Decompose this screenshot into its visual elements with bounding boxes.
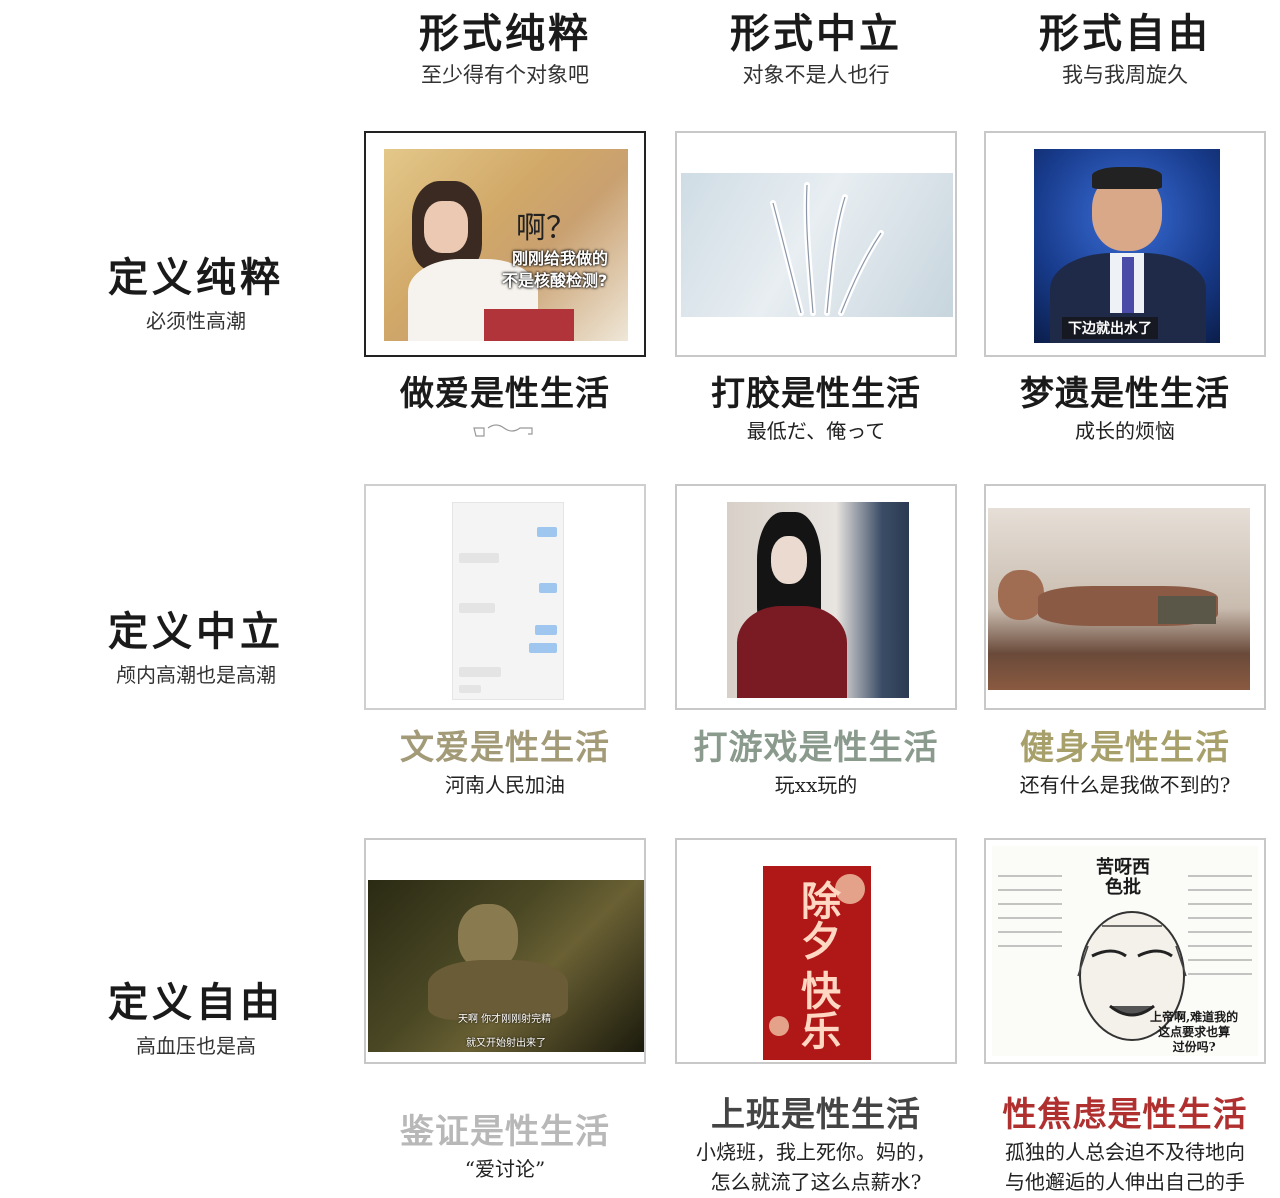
row-header-2: 定义中立 颅内高潮也是高潮 <box>60 606 332 690</box>
cell-title: 梦遗是性生活 <box>1020 374 1230 414</box>
row-subtitle: 颅内高潮也是高潮 <box>116 663 276 687</box>
cell-caption-6: 健身是性生活 还有什么是我做不到的? <box>975 726 1275 800</box>
cell-subtitle: 河南人民加油 <box>445 773 565 797</box>
manga-header-text: 苦呀西 色批 <box>1096 857 1150 898</box>
subtitle-line-1: 天啊 你才刚刚射完精 <box>458 1014 552 1025</box>
movie-still <box>368 880 644 1052</box>
row-title: 定义中立 <box>108 608 284 655</box>
image-frame-1: 啊？ 刚刚给我做的 不是核酸检测? <box>364 131 646 357</box>
column-title: 形式中立 <box>730 10 902 57</box>
cell-caption-1: 做爱是性生活 <box>355 372 655 440</box>
row-header-1: 定义纯粹 必须性高潮 <box>60 252 332 336</box>
subtitle-line-2: 就又开始射出来了 <box>466 1038 546 1049</box>
cell-caption-7: 鉴证是性生活 “爱讨论” <box>355 1110 655 1184</box>
image-frame-7: 天啊 你才刚刚射完精 就又开始射出来了 <box>364 838 646 1064</box>
cell-subtitle: 还有什么是我做不到的? <box>1019 773 1231 797</box>
row-subtitle: 必须性高潮 <box>146 309 246 333</box>
new-year-text-2: 快乐 <box>794 970 841 1050</box>
image-caption: 下边就出水了 <box>1062 317 1158 339</box>
hand-doodle <box>355 418 655 440</box>
fitness-photo <box>988 508 1250 690</box>
cell-title: 打胶是性生活 <box>711 374 921 414</box>
image-text-huh: 啊？ <box>516 211 576 246</box>
cell-subtitle: “爱讨论” <box>464 1157 546 1181</box>
row-title: 定义纯粹 <box>108 254 284 301</box>
cell-subtitle: 小烧班，我上死你。妈的， 怎么就流了这么点薪水? <box>696 1140 936 1194</box>
anime-hand-image <box>681 173 953 317</box>
cell-title: 上班是性生活 <box>711 1095 921 1135</box>
cell-caption-8: 上班是性生活 小烧班，我上死你。妈的， 怎么就流了这么点薪水? <box>666 1093 966 1197</box>
image-frame-2 <box>675 131 957 357</box>
cell-title: 做爱是性生活 <box>400 374 610 414</box>
column-header-3: 形式自由 我与我周旋久 <box>975 8 1275 90</box>
image-frame-6 <box>984 484 1266 710</box>
image-frame-4 <box>364 484 646 710</box>
cell-subtitle: 玩xx玩的 <box>774 773 858 797</box>
cell-caption-2: 打胶是性生活 最低だ、俺って <box>666 372 966 446</box>
image-text-line2: 刚刚给我做的 <box>512 249 609 268</box>
column-subtitle: 我与我周旋久 <box>1062 63 1188 87</box>
column-subtitle: 至少得有个对象吧 <box>421 63 589 87</box>
column-title: 形式自由 <box>1039 10 1211 57</box>
new-year-text-1: 除夕 <box>794 880 841 960</box>
row-header-3: 定义自由 高血压也是高 <box>60 977 332 1061</box>
cell-caption-9: 性焦虑是性生活 孤独的人总会迫不及待地向 与他邂逅的人伸出自己的手 <box>975 1093 1275 1197</box>
chat-screenshot <box>452 502 564 700</box>
image-text-line3: 不是核酸检测? <box>502 271 608 290</box>
game-photo-woman <box>727 502 909 698</box>
cell-subtitle: 孤独的人总会迫不及待地向 与他邂逅的人伸出自己的手 <box>1005 1140 1245 1194</box>
image-frame-3: 下边就出水了 <box>984 131 1266 357</box>
cell-caption-3: 梦遗是性生活 成长的烦恼 <box>975 372 1275 446</box>
tv-photo-man <box>1034 149 1220 343</box>
cell-title: 性焦虑是性生活 <box>1002 1095 1248 1135</box>
hand-sketch <box>770 182 884 316</box>
image-frame-5 <box>675 484 957 710</box>
row-title: 定义自由 <box>108 979 284 1026</box>
image-frame-9: 苦呀西 色批 上帝啊,难道我的 这点要求也算 过份吗? <box>984 838 1266 1064</box>
column-header-1: 形式纯粹 至少得有个对象吧 <box>355 8 655 90</box>
cell-title: 打游戏是性生活 <box>693 728 939 768</box>
column-title: 形式纯粹 <box>419 10 591 57</box>
cell-title: 健身是性生活 <box>1020 728 1230 768</box>
cell-caption-4: 文爱是性生活 河南人民加油 <box>355 726 655 800</box>
column-subtitle: 对象不是人也行 <box>742 63 890 87</box>
cell-subtitle: 成长的烦恼 <box>1075 419 1175 443</box>
manga-bottom-text: 上帝啊,难道我的 这点要求也算 过份吗? <box>1150 1010 1239 1054</box>
cell-caption-5: 打游戏是性生活 玩xx玩的 <box>666 726 966 800</box>
image-frame-8: 除夕 快乐 <box>675 838 957 1064</box>
row-subtitle: 高血压也是高 <box>136 1034 256 1058</box>
cell-title: 文爱是性生活 <box>400 728 610 768</box>
cell-subtitle: 最低だ、俺って <box>746 419 886 443</box>
cell-title: 鉴证是性生活 <box>400 1112 610 1152</box>
column-header-2: 形式中立 对象不是人也行 <box>666 8 966 90</box>
